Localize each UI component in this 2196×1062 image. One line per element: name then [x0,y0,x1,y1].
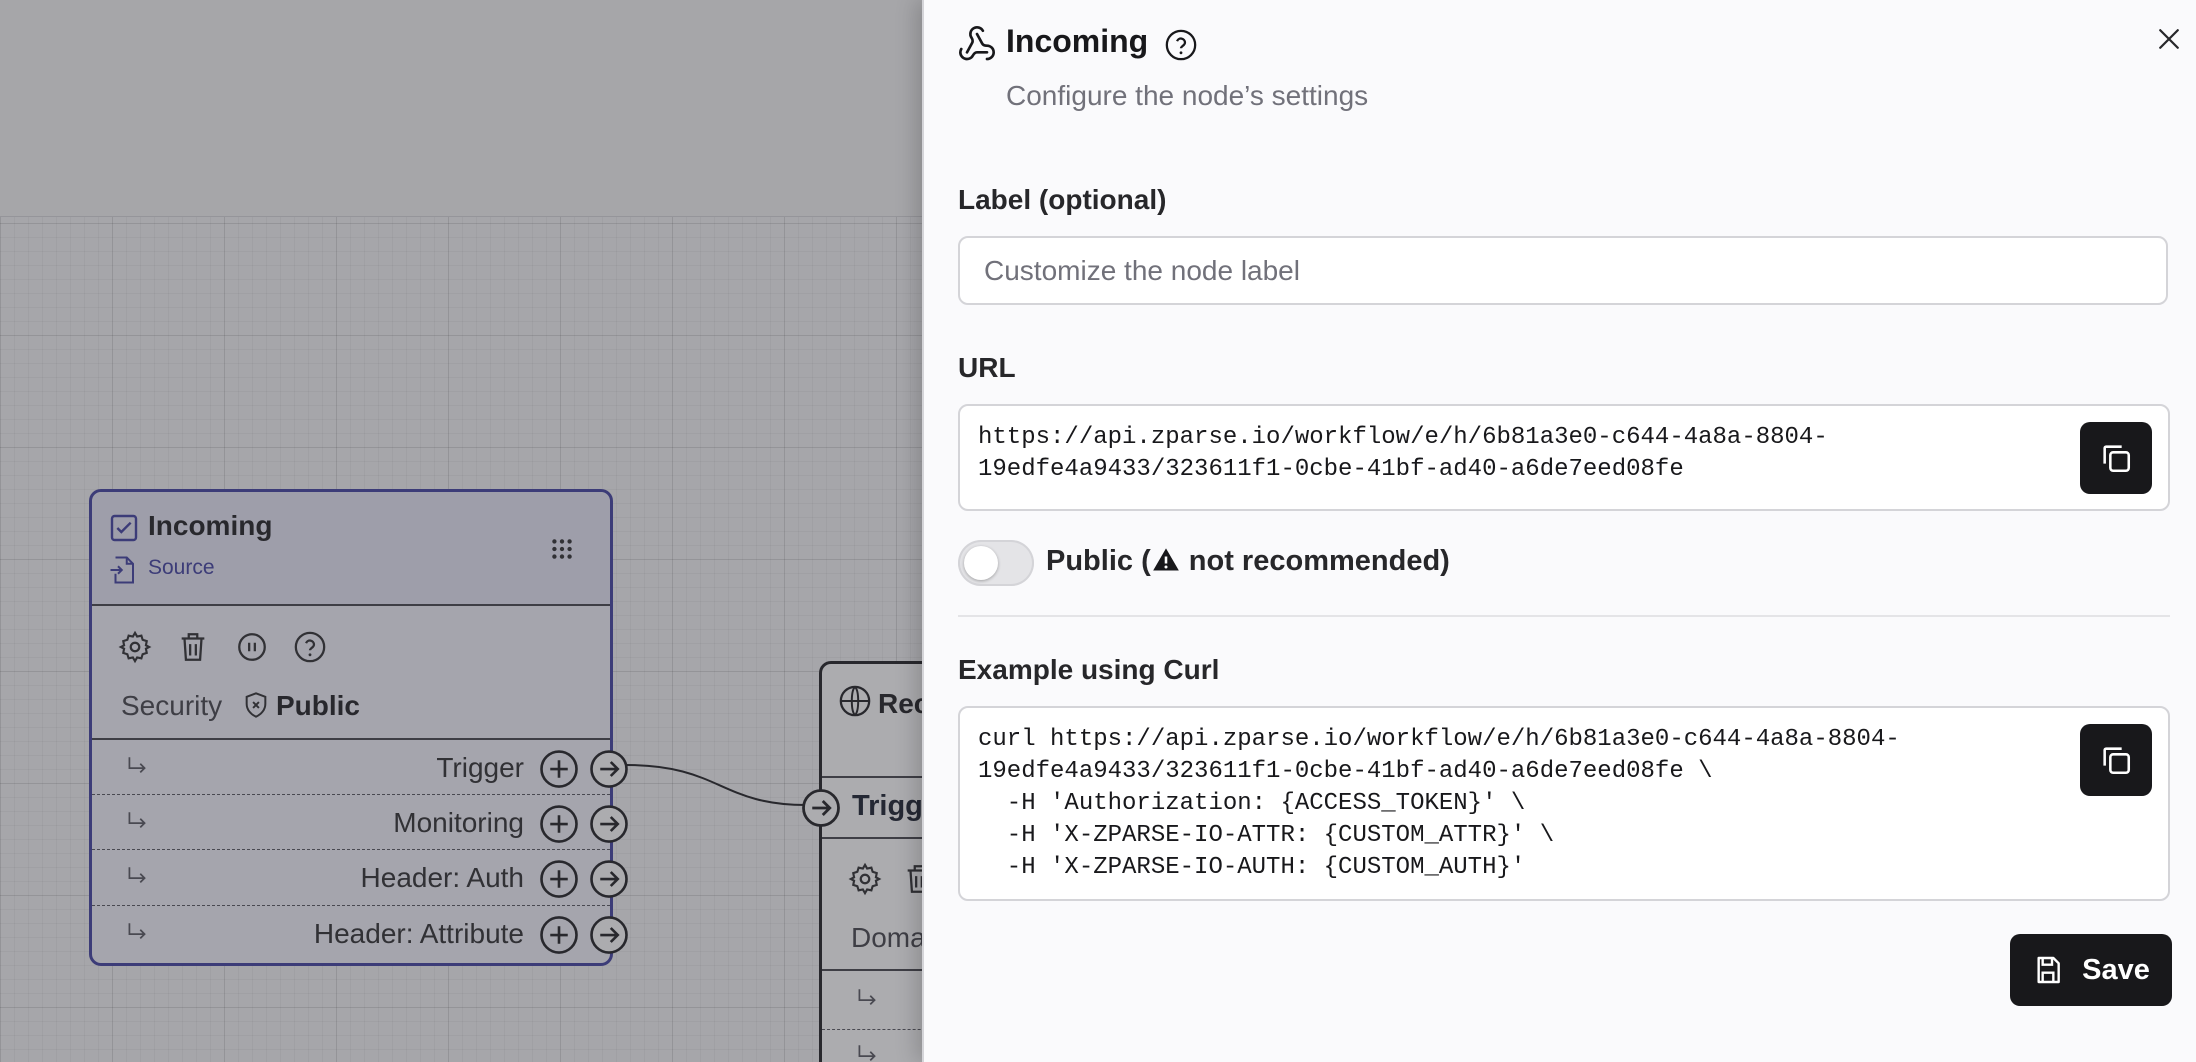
save-button[interactable]: Save [2010,934,2172,1006]
copy-curl-button[interactable] [2080,724,2152,796]
close-icon[interactable] [2154,24,2184,54]
curl-example-box: curl https://api.zparse.io/workflow/e/h/… [958,706,2170,901]
node-label-input[interactable] [958,236,2168,305]
curl-line: curl https://api.zparse.io/workflow/e/h/… [978,726,1900,753]
toggle-knob [964,546,998,580]
node-settings-panel: Incoming Configure the node’s settings L… [922,0,2196,1062]
section-divider [958,615,2170,617]
warning-icon [1152,548,1179,571]
curl-line: -H 'X-ZPARSE-IO-ATTR: {CUSTOM_ATTR}' \ [978,822,1555,849]
copy-url-button[interactable] [2080,422,2152,494]
panel-subtitle: Configure the node’s settings [1006,80,1369,111]
help-icon[interactable] [1164,28,1198,62]
curl-line: -H 'X-ZPARSE-IO-AUTH: {CUSTOM_AUTH}' [978,854,1526,881]
modal-backdrop[interactable] [0,0,924,1062]
url-text: https://api.zparse.io/workflow/e/h/6b81a… [978,424,1828,483]
public-toggle[interactable] [958,540,1034,586]
copy-icon [2103,445,2131,473]
curl-example-label: Example using Curl [958,654,1220,685]
url-box: https://api.zparse.io/workflow/e/h/6b81a… [958,404,2170,511]
curl-line: -H 'Authorization: {ACCESS_TOKEN}' \ [978,790,1526,817]
label-field-label: Label (optional) [958,184,1167,215]
copy-icon [2103,747,2131,775]
save-icon [2037,956,2060,984]
public-toggle-label: Public ( not recommended) [1046,545,1450,577]
curl-example-text: curl https://api.zparse.io/workflow/e/h/… [978,724,1900,884]
url-field-label: URL [958,352,1016,383]
webhook-icon [958,26,995,61]
curl-line: 19edfe4a9433/323611f1-0cbe-41bf-ad40-a6d… [978,758,1713,785]
save-button-label: Save [2082,953,2150,986]
panel-title: Incoming [1006,23,1149,59]
